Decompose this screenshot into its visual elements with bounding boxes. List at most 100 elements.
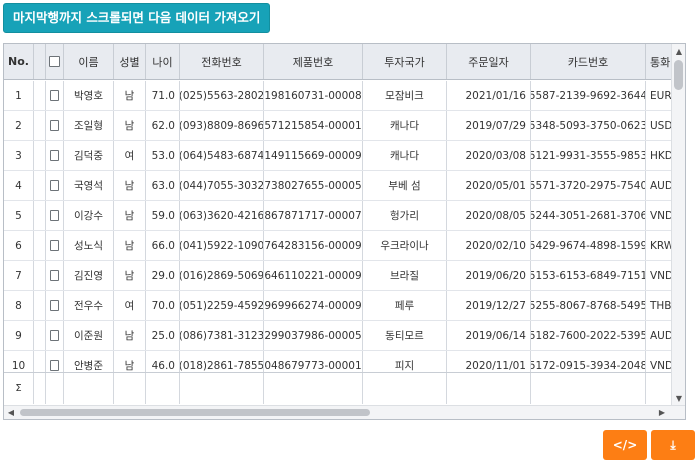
column-header-order-date[interactable]: 주문일자 (447, 44, 531, 79)
cell-invest-country: 캐나다 (363, 141, 447, 170)
row-checkbox-cell[interactable] (46, 171, 64, 200)
cell-name: 김진영 (64, 261, 114, 290)
column-header-invest-country[interactable]: 투자국가 (363, 44, 447, 79)
cell-name: 이강수 (64, 201, 114, 230)
cell-gender: 남 (114, 231, 146, 260)
cell-age: 71.0 (146, 81, 180, 110)
row-number: 5 (4, 201, 34, 230)
cell-product-no: 198160731-00008 (264, 81, 363, 110)
column-header-no[interactable]: No. (4, 44, 34, 79)
row-checkbox-cell[interactable] (46, 141, 64, 170)
row-checkbox-cell[interactable] (46, 261, 64, 290)
table-row[interactable]: 8 전우수 여 70.0 (051)2259-4592 969966274-00009 페루… (4, 291, 673, 321)
row-checkbox[interactable] (50, 90, 59, 101)
table-row[interactable]: 6 성노식 남 66.0 (041)5922-1090 764283156-00009 우크… (4, 231, 673, 261)
cell-phone: (025)5563-2802 (180, 81, 264, 110)
row-number: 8 (4, 291, 34, 320)
row-number: 4 (4, 171, 34, 200)
cell-product-no: 867871717-00007 (264, 201, 363, 230)
row-checkbox[interactable] (50, 120, 59, 131)
row-checkbox-cell[interactable] (46, 111, 64, 140)
cell-name: 성노식 (64, 231, 114, 260)
cell-phone: (051)2259-4592 (180, 291, 264, 320)
row-checkbox[interactable] (50, 240, 59, 251)
column-header-checkbox[interactable] (46, 44, 64, 79)
table-row[interactable]: 9 이준원 남 25.0 (086)7381-3123 299037986-00005 동티… (4, 321, 673, 351)
column-header-card-no[interactable]: 카드번호 (531, 44, 646, 79)
summary-cell (646, 373, 673, 404)
table-row[interactable]: 2 조일형 남 62.0 (093)8809-8696 571215854-00001 캐나… (4, 111, 673, 141)
cell-product-no: 299037986-00005 (264, 321, 363, 350)
summary-row: Σ (4, 372, 673, 404)
cell-currency: THB (646, 291, 673, 320)
code-icon: </> (612, 438, 638, 452)
row-checkbox-cell[interactable] (46, 81, 64, 110)
scroll-left-icon[interactable]: ◀ (4, 406, 18, 419)
vertical-scroll-thumb[interactable] (674, 60, 683, 90)
row-checkbox[interactable] (50, 360, 59, 371)
horizontal-scrollbar[interactable]: ◀ ▶ (4, 405, 685, 419)
row-spacer (34, 141, 46, 170)
cell-age: 53.0 (146, 141, 180, 170)
scroll-down-icon[interactable]: ▼ (672, 391, 685, 405)
column-header-gender[interactable]: 성별 (114, 44, 146, 79)
select-all-checkbox[interactable] (49, 56, 60, 67)
row-checkbox[interactable] (50, 270, 59, 281)
row-spacer (34, 201, 46, 230)
cell-age: 29.0 (146, 261, 180, 290)
row-spacer (34, 81, 46, 110)
row-spacer (34, 171, 46, 200)
view-source-button[interactable]: </> (603, 430, 647, 460)
cell-gender: 남 (114, 201, 146, 230)
column-header-phone[interactable]: 전화번호 (180, 44, 264, 79)
scroll-right-icon[interactable]: ▶ (655, 406, 669, 419)
cell-product-no: 149115669-00009 (264, 141, 363, 170)
cell-age: 66.0 (146, 231, 180, 260)
cell-phone: (063)3620-4216 (180, 201, 264, 230)
column-header-age[interactable]: 나이 (146, 44, 180, 79)
table-row[interactable]: 1 박영호 남 71.0 (025)5563-2802 198160731-00008 모잠… (4, 81, 673, 111)
row-checkbox[interactable] (50, 300, 59, 311)
row-checkbox[interactable] (50, 180, 59, 191)
cell-order-date: 2019/12/27 (447, 291, 531, 320)
cell-currency: KRW (646, 231, 673, 260)
table-row[interactable]: 7 김진영 남 29.0 (016)2869-5069 646110221-00009 브라… (4, 261, 673, 291)
column-header-currency[interactable]: 통화 (646, 44, 673, 79)
row-spacer (34, 291, 46, 320)
cell-order-date: 2020/02/10 (447, 231, 531, 260)
data-grid[interactable]: No. 이름 성별 나이 전화번호 제품번호 투자국가 주문일자 카드번호 통화… (3, 43, 686, 420)
table-row[interactable]: 3 김덕중 여 53.0 (064)5483-6874 149115669-00009 캐나… (4, 141, 673, 171)
cell-product-no: 969966274-00009 (264, 291, 363, 320)
column-header-product-no[interactable]: 제품번호 (264, 44, 363, 79)
scroll-up-icon[interactable]: ▲ (672, 44, 685, 58)
scroll-load-toggle-button[interactable]: 마지막행까지 스크롤되면 다음 데이터 가져오기 (3, 3, 271, 33)
cell-order-date: 2021/01/16 (447, 81, 531, 110)
cell-name: 박영호 (64, 81, 114, 110)
row-checkbox-cell[interactable] (46, 321, 64, 350)
cell-gender: 남 (114, 111, 146, 140)
row-checkbox[interactable] (50, 150, 59, 161)
row-number: 3 (4, 141, 34, 170)
cell-name: 전우수 (64, 291, 114, 320)
cell-card-no: 5571-3720-2975-7540 (531, 171, 646, 200)
table-row[interactable]: 4 국영석 남 63.0 (044)7055-3032 738027655-00005 부베… (4, 171, 673, 201)
row-checkbox[interactable] (50, 330, 59, 341)
horizontal-scroll-thumb[interactable] (20, 409, 370, 416)
vertical-scrollbar[interactable]: ▲ ▼ (671, 44, 685, 405)
cell-currency: VND (646, 201, 673, 230)
row-checkbox-cell[interactable] (46, 291, 64, 320)
column-header-name[interactable]: 이름 (64, 44, 114, 79)
cell-age: 25.0 (146, 321, 180, 350)
cell-invest-country: 페루 (363, 291, 447, 320)
table-row[interactable]: 5 이강수 남 59.0 (063)3620-4216 867871717-00007 헝가… (4, 201, 673, 231)
cell-age: 59.0 (146, 201, 180, 230)
row-checkbox-cell[interactable] (46, 231, 64, 260)
row-checkbox[interactable] (50, 210, 59, 221)
row-number: 7 (4, 261, 34, 290)
cell-invest-country: 동티모르 (363, 321, 447, 350)
cell-currency: AUD (646, 321, 673, 350)
cell-card-no: 5182-7600-2022-5395 (531, 321, 646, 350)
cell-product-no: 571215854-00001 (264, 111, 363, 140)
row-checkbox-cell[interactable] (46, 201, 64, 230)
download-button[interactable]: ⤓ (651, 430, 695, 460)
